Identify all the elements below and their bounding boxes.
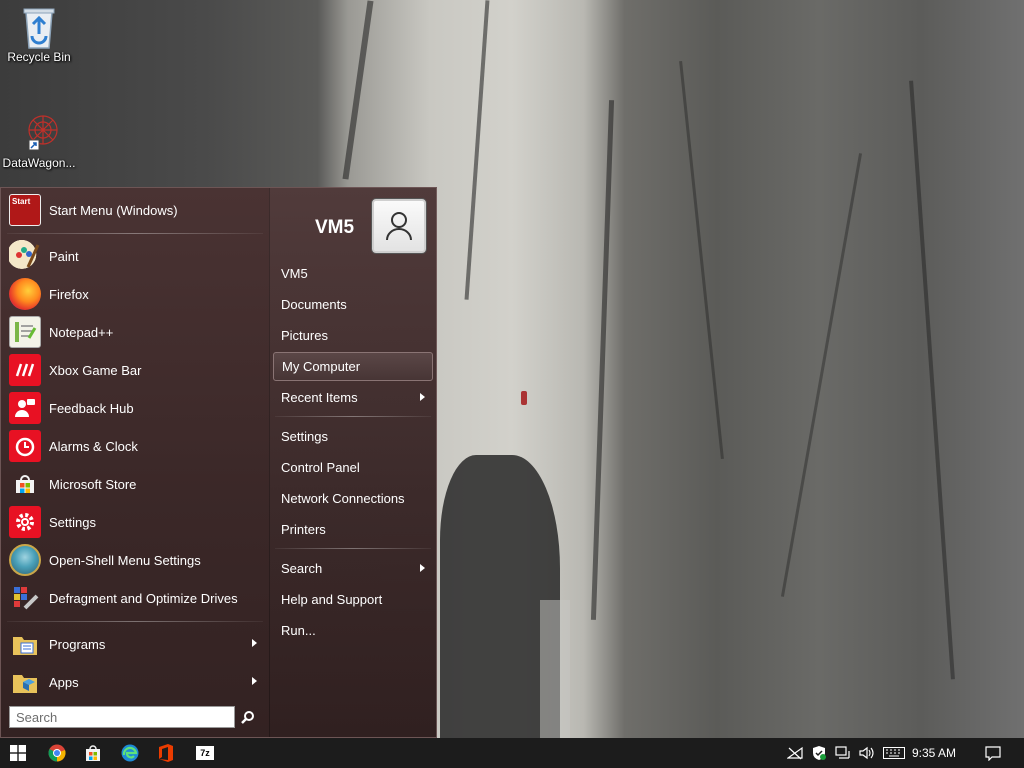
- edge-icon[interactable]: [112, 738, 148, 768]
- menu-item-defragment[interactable]: Defragment and Optimize Drives: [5, 580, 265, 616]
- menu-item-apps[interactable]: Apps: [5, 664, 265, 700]
- alarms-clock-icon: [9, 430, 41, 462]
- menu-item-open-shell-settings[interactable]: Open-Shell Menu Settings: [5, 542, 265, 578]
- right-item-control-panel[interactable]: Control Panel: [273, 453, 433, 482]
- keyboard-icon[interactable]: [881, 738, 907, 768]
- start-search-input[interactable]: [9, 706, 235, 728]
- right-item-pictures[interactable]: Pictures: [273, 321, 433, 350]
- menu-item-label: Firefox: [49, 286, 89, 302]
- desktop-icon-label: Recycle Bin: [7, 50, 71, 64]
- menu-item-paint[interactable]: Paint: [5, 238, 265, 274]
- menu-item-label: Open-Shell Menu Settings: [49, 552, 201, 568]
- 7zip-icon[interactable]: 7z: [187, 738, 223, 768]
- right-item-network-connections[interactable]: Network Connections: [273, 484, 433, 513]
- datawagon-shortcut-icon: [19, 112, 59, 152]
- microsoft-store-icon: [9, 468, 41, 500]
- taskbar: 7z 9:35 AM: [0, 738, 1024, 768]
- search-icon[interactable]: [237, 706, 259, 728]
- defrag-icon: [9, 582, 41, 614]
- submenu-arrow-icon: [420, 393, 425, 401]
- store-icon[interactable]: [75, 738, 111, 768]
- menu-item-settings[interactable]: Settings: [5, 504, 265, 540]
- menu-item-label: Notepad++: [49, 324, 114, 340]
- menu-item-label: Defragment and Optimize Drives: [49, 590, 238, 606]
- windows-start-icon[interactable]: [0, 738, 36, 768]
- right-item-run[interactable]: Run...: [273, 616, 433, 645]
- ethernet-icon[interactable]: [832, 738, 854, 768]
- user-name: VM5: [315, 217, 355, 238]
- right-item-user-folder[interactable]: VM5: [273, 259, 433, 288]
- submenu-arrow-icon: [252, 639, 257, 647]
- settings-gear-icon: [9, 506, 41, 538]
- feedback-hub-icon: [9, 392, 41, 424]
- start-menu-header-label: Start Menu (Windows): [49, 202, 178, 218]
- firefox-icon: [9, 278, 41, 310]
- start-menu-left-pane: Start Start Menu (Windows) Paint Firefox…: [1, 188, 269, 737]
- volume-icon[interactable]: [856, 738, 878, 768]
- apps-folder-icon: [9, 666, 41, 698]
- right-item-my-computer[interactable]: My Computer: [273, 352, 433, 381]
- menu-item-programs[interactable]: Programs: [5, 626, 265, 662]
- right-item-search[interactable]: Search: [273, 554, 433, 583]
- defender-shield-icon[interactable]: [808, 738, 830, 768]
- menu-item-firefox[interactable]: Firefox: [5, 276, 265, 312]
- desktop-icon-recycle-bin[interactable]: Recycle Bin: [1, 6, 77, 64]
- menu-item-label: Microsoft Store: [49, 476, 137, 492]
- climber: [521, 391, 527, 405]
- menu-item-label: Alarms & Clock: [49, 438, 138, 454]
- open-shell-icon: [9, 544, 41, 576]
- menu-item-label: Programs: [49, 636, 106, 652]
- 7zip-label: 7z: [196, 746, 214, 760]
- submenu-arrow-icon: [420, 564, 425, 572]
- submenu-arrow-icon: [252, 677, 257, 685]
- desktop-icon-label: DataWagon...: [2, 156, 76, 170]
- paint-icon: [9, 240, 41, 272]
- right-item-documents[interactable]: Documents: [273, 290, 433, 319]
- menu-item-notepadpp[interactable]: Notepad++: [5, 314, 265, 350]
- xbox-game-bar-icon: [9, 354, 41, 386]
- user-avatar-icon[interactable]: [372, 199, 426, 253]
- network-offline-icon[interactable]: [784, 738, 806, 768]
- chrome-icon[interactable]: [39, 738, 75, 768]
- menu-item-label: Xbox Game Bar: [49, 362, 142, 378]
- start-menu-windows-icon: Start: [9, 194, 41, 226]
- menu-item-alarms-clock[interactable]: Alarms & Clock: [5, 428, 265, 464]
- right-item-printers[interactable]: Printers: [273, 515, 433, 544]
- menu-item-label: Paint: [49, 248, 79, 264]
- start-menu-header[interactable]: Start Start Menu (Windows): [5, 193, 265, 227]
- menu-item-microsoft-store[interactable]: Microsoft Store: [5, 466, 265, 502]
- desktop-icon-datawagon[interactable]: DataWagon...: [1, 112, 77, 170]
- menu-item-xbox-game-bar[interactable]: Xbox Game Bar: [5, 352, 265, 388]
- right-item-help-support[interactable]: Help and Support: [273, 585, 433, 614]
- menu-item-feedback-hub[interactable]: Feedback Hub: [5, 390, 265, 426]
- menu-item-label: Feedback Hub: [49, 400, 134, 416]
- start-menu: Start Start Menu (Windows) Paint Firefox…: [0, 187, 437, 738]
- notepadpp-icon: [9, 316, 41, 348]
- action-center-icon[interactable]: [978, 738, 1008, 768]
- menu-item-label: Apps: [49, 674, 79, 690]
- recycle-bin-icon: [19, 6, 59, 49]
- right-item-settings[interactable]: Settings: [273, 422, 433, 451]
- taskbar-clock[interactable]: 9:35 AM: [912, 738, 956, 768]
- office-icon[interactable]: [148, 738, 184, 768]
- right-item-recent-items[interactable]: Recent Items: [273, 383, 433, 412]
- programs-folder-icon: [9, 628, 41, 660]
- menu-item-label: Settings: [49, 514, 96, 530]
